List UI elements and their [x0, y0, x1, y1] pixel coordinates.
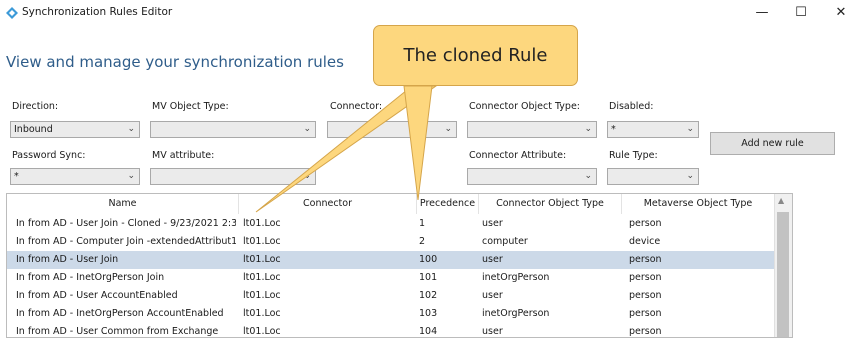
callout-label: The cloned Rule	[373, 25, 578, 86]
callout-arrow-to-precedence	[403, 85, 433, 201]
